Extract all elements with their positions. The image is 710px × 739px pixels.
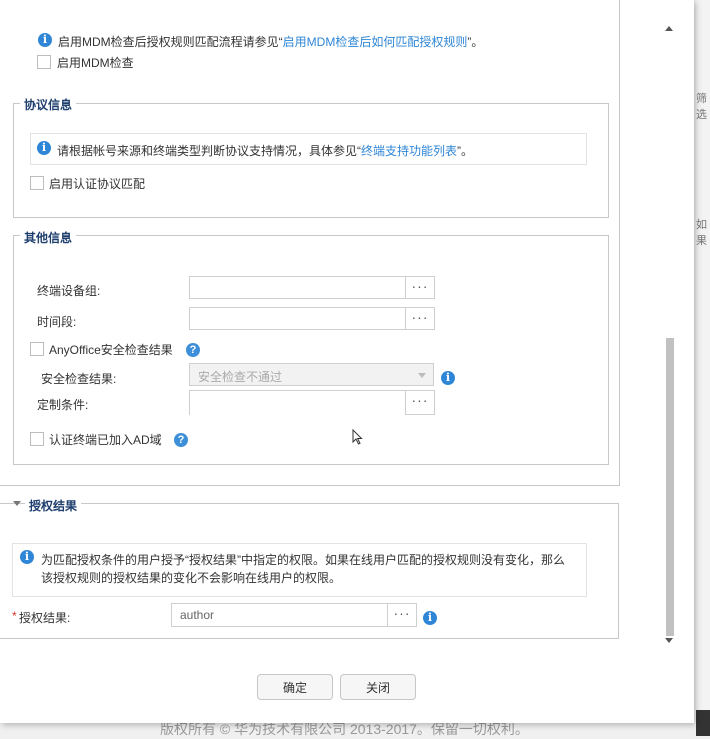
- protocol-info-suffix: ”。: [457, 144, 474, 158]
- rule-dialog: i 启用MDM检查后授权规则匹配流程请参见“启用MDM检查后如何匹配授权规则”。…: [0, 0, 694, 723]
- info-icon: i: [37, 141, 51, 155]
- chevron-down-icon: [418, 373, 426, 378]
- info-icon[interactable]: i: [423, 611, 437, 625]
- other-legend: 其他信息: [20, 229, 77, 246]
- auth-result-input[interactable]: author: [171, 603, 388, 627]
- auth-result-info-box: i 为匹配授权条件的用户授予“授权结果”中指定的权限。如果在线用户匹配的授权规则…: [12, 543, 587, 597]
- auth-result-label: 授权结果:: [19, 611, 71, 625]
- custom-condition-browse-button[interactable]: ···: [405, 390, 435, 415]
- device-group-input[interactable]: [189, 276, 406, 299]
- anyoffice-label: AnyOffice安全检查结果: [49, 343, 173, 357]
- info-icon: i: [38, 33, 52, 47]
- help-icon[interactable]: ?: [174, 433, 188, 447]
- help-icon[interactable]: ?: [186, 343, 200, 357]
- auth-result-browse-button[interactable]: ···: [387, 603, 417, 627]
- protocol-match-checkbox[interactable]: [30, 176, 44, 190]
- mdm-rule-link[interactable]: 启用MDM检查后如何匹配授权规则: [283, 35, 468, 49]
- collapse-triangle-icon[interactable]: [13, 501, 21, 506]
- device-group-browse-button[interactable]: ···: [405, 276, 435, 299]
- device-group-label: 终端设备组:: [37, 284, 101, 298]
- mdm-info-text: 启用MDM检查后授权规则匹配流程请参见“: [58, 35, 283, 49]
- anyoffice-checkbox[interactable]: [30, 342, 44, 356]
- mdm-info-box: i 启用MDM检查后授权规则匹配流程请参见“启用MDM检查后如何匹配授权规则”。: [30, 26, 606, 50]
- auth-result-info-line1: 为匹配授权条件的用户授予“授权结果”中指定的权限。如果在线用户匹配的授权规则没有…: [41, 553, 565, 567]
- protocol-info-text: 请根据帐号来源和终端类型判断协议支持情况，具体参见“: [57, 144, 361, 158]
- ok-button[interactable]: 确定: [257, 674, 333, 700]
- background-page-edge: 筛选 如果: [696, 0, 710, 736]
- security-result-select[interactable]: 安全检查不通过: [189, 363, 434, 386]
- scroll-down-icon[interactable]: [665, 638, 673, 643]
- mdm-info-suffix: ”。: [467, 35, 484, 49]
- background-text-fragment: 如果: [696, 219, 707, 247]
- auth-result-info-line2: 该授权规则的授权结果的变化不会影响在线用户的权限。: [41, 571, 342, 585]
- ad-domain-checkbox[interactable]: [30, 432, 44, 446]
- background-dark-bar: [696, 710, 710, 736]
- time-period-input[interactable]: [189, 307, 406, 330]
- time-period-browse-button[interactable]: ···: [405, 307, 435, 330]
- scrollbar-thumb[interactable]: [666, 338, 674, 636]
- info-icon[interactable]: i: [441, 371, 455, 385]
- close-button[interactable]: 关闭: [340, 674, 416, 700]
- auth-result-value: author: [180, 608, 215, 622]
- security-result-label: 安全检查结果:: [41, 372, 117, 386]
- required-mark: *: [12, 609, 17, 623]
- mouse-cursor-icon: [352, 429, 363, 445]
- protocol-match-label: 启用认证协议匹配: [49, 177, 146, 191]
- protocol-info-box: i 请根据帐号来源和终端类型判断协议支持情况，具体参见“终端支持功能列表”。: [30, 133, 587, 165]
- info-icon: i: [20, 550, 34, 564]
- security-result-value: 安全检查不通过: [198, 370, 283, 384]
- terminal-support-link[interactable]: 终端支持功能列表: [361, 144, 457, 158]
- mdm-checkbox[interactable]: [37, 55, 51, 69]
- time-period-label: 时间段:: [37, 315, 77, 329]
- background-text-fragment: 筛选: [696, 93, 707, 121]
- auth-result-legend: 授权结果: [25, 497, 82, 514]
- scroll-up-icon[interactable]: [665, 26, 673, 31]
- mdm-checkbox-label: 启用MDM检查: [57, 56, 134, 70]
- protocol-legend: 协议信息: [20, 96, 77, 113]
- custom-condition-label: 定制条件:: [37, 398, 89, 412]
- ad-domain-label: 认证终端已加入AD域: [49, 433, 162, 447]
- custom-condition-input[interactable]: [189, 390, 406, 415]
